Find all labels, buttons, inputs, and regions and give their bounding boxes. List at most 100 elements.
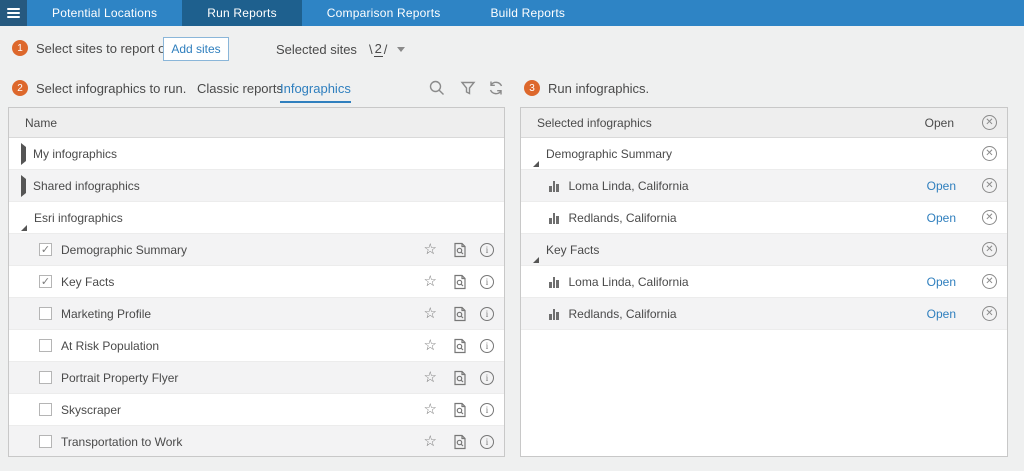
chevron-down-icon[interactable] — [397, 47, 405, 52]
group-label[interactable]: Demographic Summary — [546, 147, 672, 161]
tab-classic-reports[interactable]: Classic reports — [197, 81, 283, 96]
favorite-star-icon[interactable]: ☆ — [424, 242, 437, 257]
table-row: ✓ Key Facts ☆ i — [9, 266, 504, 298]
preview-document-icon[interactable] — [451, 305, 468, 322]
collapse-icon[interactable] — [533, 243, 539, 257]
bar-chart-icon — [549, 180, 559, 192]
table-row: Portrait Property Flyer ☆ i — [9, 362, 504, 394]
filter-icon[interactable] — [459, 79, 477, 97]
expand-icon[interactable] — [21, 147, 26, 161]
group-label[interactable]: Shared infographics — [33, 179, 140, 193]
table-row: Esri infographics — [9, 202, 504, 234]
collapse-icon[interactable] — [533, 147, 539, 161]
preview-document-icon[interactable] — [451, 337, 468, 354]
table-row: At Risk Population ☆ i — [9, 330, 504, 362]
search-icon[interactable] — [428, 79, 446, 97]
infographic-label[interactable]: Portrait Property Flyer — [61, 371, 178, 385]
selected-infographics-header: Selected infographics Open ✕ — [521, 108, 1007, 138]
info-icon[interactable]: i — [480, 275, 494, 289]
open-link[interactable]: Open — [927, 179, 956, 193]
table-row: Key Facts ✕ — [521, 234, 1007, 266]
favorite-star-icon[interactable]: ☆ — [424, 370, 437, 385]
step-2-badge: 2 — [12, 80, 28, 96]
favorite-star-icon[interactable]: ☆ — [424, 402, 437, 417]
table-row: ✓ Demographic Summary ☆ i — [9, 234, 504, 266]
site-label[interactable]: Loma Linda, California — [569, 275, 689, 289]
refresh-icon[interactable] — [487, 79, 505, 97]
infographic-checkbox[interactable] — [39, 403, 52, 416]
open-link[interactable]: Open — [927, 307, 956, 321]
remove-group-icon[interactable]: ✕ — [982, 146, 997, 161]
hamburger-menu-button[interactable] — [0, 0, 27, 26]
infographic-checkbox[interactable] — [39, 371, 52, 384]
preview-document-icon[interactable] — [451, 273, 468, 290]
bar-chart-icon — [549, 212, 559, 224]
info-icon[interactable]: i — [480, 403, 494, 417]
tab-infographics[interactable]: Infographics — [280, 81, 351, 103]
close-all-icon[interactable]: ✕ — [982, 115, 997, 130]
infographic-checkbox[interactable]: ✓ — [39, 243, 52, 256]
remove-group-icon[interactable]: ✕ — [982, 242, 997, 257]
table-row: My infographics — [9, 138, 504, 170]
name-column-header: Name — [25, 116, 57, 130]
favorite-star-icon[interactable]: ☆ — [424, 306, 437, 321]
remove-site-icon[interactable]: ✕ — [982, 274, 997, 289]
group-label[interactable]: Key Facts — [546, 243, 599, 257]
collapse-icon[interactable] — [21, 211, 27, 225]
table-row: Shared infographics — [9, 170, 504, 202]
step-3-badge: 3 — [524, 80, 540, 96]
remove-site-icon[interactable]: ✕ — [982, 306, 997, 321]
group-label[interactable]: My infographics — [33, 147, 117, 161]
infographic-checkbox[interactable] — [39, 339, 52, 352]
infographics-list-panel: Name My infographics Shared infographics E… — [8, 107, 505, 457]
top-tab-bar: Potential LocationsRun ReportsComparison… — [0, 0, 1024, 26]
table-row: Loma Linda, California Open ✕ — [521, 170, 1007, 202]
info-icon[interactable]: i — [480, 243, 494, 257]
open-link[interactable]: Open — [927, 211, 956, 225]
info-icon[interactable]: i — [480, 371, 494, 385]
preview-document-icon[interactable] — [451, 241, 468, 258]
remove-site-icon[interactable]: ✕ — [982, 178, 997, 193]
infographic-label[interactable]: Transportation to Work — [61, 435, 182, 449]
infographic-checkbox[interactable] — [39, 307, 52, 320]
infographic-label[interactable]: At Risk Population — [61, 339, 159, 353]
infographic-checkbox[interactable]: ✓ — [39, 275, 52, 288]
info-icon[interactable]: i — [480, 435, 494, 449]
top-tab-build-reports[interactable]: Build Reports — [465, 0, 590, 26]
top-tab-potential-locations[interactable]: Potential Locations — [27, 0, 182, 26]
selected-infographics-title: Selected infographics — [537, 116, 652, 130]
selected-sites-label: Selected sites — [276, 42, 357, 57]
preview-document-icon[interactable] — [451, 433, 468, 450]
site-label[interactable]: Redlands, California — [569, 307, 677, 321]
infographic-label[interactable]: Marketing Profile — [61, 307, 151, 321]
step-3-label: Run infographics. — [548, 81, 649, 96]
top-tab-comparison-reports[interactable]: Comparison Reports — [302, 0, 466, 26]
remove-site-icon[interactable]: ✕ — [982, 210, 997, 225]
site-label[interactable]: Loma Linda, California — [569, 179, 689, 193]
top-tab-run-reports[interactable]: Run Reports — [182, 0, 302, 26]
infographic-label[interactable]: Demographic Summary — [61, 243, 187, 257]
infographic-label[interactable]: Key Facts — [61, 275, 114, 289]
open-column-header: Open — [925, 116, 954, 130]
favorite-star-icon[interactable]: ☆ — [424, 434, 437, 449]
infographic-label[interactable]: Skyscraper — [61, 403, 121, 417]
open-link[interactable]: Open — [927, 275, 956, 289]
table-row: Marketing Profile ☆ i — [9, 298, 504, 330]
info-icon[interactable]: i — [480, 339, 494, 353]
table-row: Redlands, California Open ✕ — [521, 298, 1007, 330]
table-row: Redlands, California Open ✕ — [521, 202, 1007, 234]
favorite-star-icon[interactable]: ☆ — [424, 274, 437, 289]
hamburger-icon — [7, 6, 20, 20]
group-label[interactable]: Esri infographics — [34, 211, 123, 225]
favorite-star-icon[interactable]: ☆ — [424, 338, 437, 353]
step-2-label: Select infographics to run. — [36, 81, 186, 96]
preview-document-icon[interactable] — [451, 369, 468, 386]
expand-icon[interactable] — [21, 179, 26, 193]
add-sites-button[interactable]: Add sites — [163, 37, 229, 61]
preview-document-icon[interactable] — [451, 401, 468, 418]
infographic-checkbox[interactable] — [39, 435, 52, 448]
selected-sites-control[interactable]: Selected sites \2/ — [276, 41, 405, 57]
site-label[interactable]: Redlands, California — [569, 211, 677, 225]
selected-infographics-panel: Selected infographics Open ✕ Demographic… — [520, 107, 1008, 457]
info-icon[interactable]: i — [480, 307, 494, 321]
